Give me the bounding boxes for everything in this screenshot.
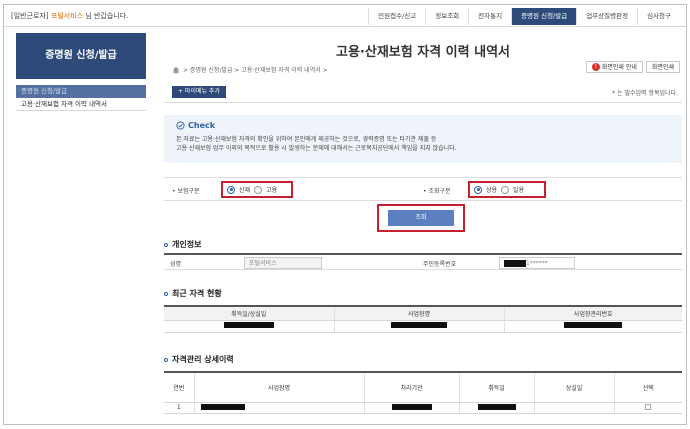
greeting-suffix: 님 반갑습니다. [83, 12, 129, 20]
recent-status-heading: 최근 자격 현황 [164, 288, 222, 299]
redaction [200, 403, 245, 410]
radio-regular-label: 상용 [486, 187, 498, 194]
divider [164, 102, 682, 103]
top-menu-item-disease[interactable]: 업무상질병판정 [576, 8, 637, 25]
radio-employment[interactable] [254, 185, 263, 194]
sidebar-item-history[interactable]: 고용·산재보험 자격 이력 내역서 [16, 98, 146, 111]
top-menu: 민원접수/신고 정보조회 전자통지 증명원 신청/발급 업무상질병판정 심사청구 [368, 8, 680, 25]
lookup-type-group: 상용 일용 [468, 181, 546, 198]
redaction [477, 403, 516, 410]
table-row [164, 320, 682, 333]
top-menu-item-appeal[interactable]: 심사청구 [637, 8, 680, 25]
name-label: 성명 [170, 261, 182, 268]
check-text: 본 자료는 고용·산재보험 자격의 확인을 위하여 본인에게 제공하는 것으로,… [176, 135, 670, 153]
column-header: 상실일 [534, 372, 615, 403]
row-number: 1 [164, 402, 195, 414]
table-cell [364, 402, 460, 414]
column-header: 사업장관리번호 [504, 306, 682, 321]
sidebar-title: 증명원 신청/발급 [16, 33, 146, 79]
table-cell [504, 320, 682, 333]
bullet-icon [164, 357, 168, 362]
table-cell [164, 320, 335, 333]
insurance-type-label: • 보험구분 [172, 188, 200, 195]
personal-info-title: 개인정보 [172, 240, 202, 249]
radio-daily[interactable] [501, 185, 510, 194]
check-heading: Check [176, 121, 670, 130]
filter-row: • 보험구분 산재 고용 • 조회구분 상용 일용 [164, 177, 682, 201]
radio-regular[interactable] [474, 185, 482, 194]
window-frame: [일반근로자] 포털서비스 님 반갑습니다. 민원접수/신고 정보조회 전자통지… [3, 4, 687, 425]
rrn-label: 주민등록번호 [423, 261, 457, 268]
column-header: 선택 [614, 372, 682, 403]
top-menu-item-certificate[interactable]: 증명원 신청/발급 [511, 8, 577, 25]
redaction [223, 322, 274, 328]
radio-industrial-label: 산재 [239, 187, 251, 194]
check-circle-icon [176, 121, 185, 130]
redaction [391, 322, 447, 328]
print-buttons: ! 화면인쇄 안내 화면인쇄 [585, 61, 680, 73]
detail-history-title: 자격관리 상세이력 [172, 355, 234, 364]
sidebar: 증명원 신청/발급 증명원 신청/발급 고용·산재보험 자격 이력 내역서 [16, 33, 146, 423]
column-header: 취득일 [459, 372, 535, 403]
table-cell [534, 402, 615, 414]
print-guide-label: 화면인쇄 안내 [601, 63, 637, 71]
home-icon[interactable] [172, 66, 180, 74]
required-note: * 는 필수입력 항목입니다. [612, 90, 678, 97]
print-button[interactable]: 화면인쇄 [645, 61, 680, 73]
breadcrumb: > 증명원 신청/발급 > 고용·산재보험 자격 이력 내역서 > [172, 65, 328, 74]
detail-history-table: 연번 사업장명 처리기관 취득일 상실일 선택 1 [164, 371, 682, 414]
table-cell [194, 402, 365, 414]
table-cell [334, 320, 505, 333]
redaction [391, 403, 432, 410]
table-row[interactable]: 1 [164, 402, 682, 414]
redaction [504, 260, 526, 267]
radio-daily-label: 일용 [513, 187, 525, 194]
column-header: 처리기관 [364, 372, 460, 403]
column-header: 취득일/상실일 [164, 306, 335, 321]
personal-info-row: 성명 포털서비스 주민등록번호 1****** [164, 253, 682, 270]
rrn-suffix: 1****** [526, 260, 548, 267]
search-button-highlight: 조회 [377, 204, 465, 232]
greeting-user: 포털서비스 [50, 12, 84, 20]
search-button[interactable]: 조회 [388, 210, 454, 226]
redaction [564, 322, 623, 328]
main-content: 고용·산재보험 자격 이력 내역서 > 증명원 신청/발급 > 고용·산재보험 … [164, 33, 682, 414]
print-guide-button[interactable]: ! 화면인쇄 안내 [585, 61, 643, 73]
top-menu-item-complaint[interactable]: 민원접수/신고 [368, 8, 425, 25]
add-my-menu-button[interactable]: + 마이메뉴 추가 [172, 86, 226, 98]
radio-industrial[interactable] [227, 185, 235, 194]
select-checkbox[interactable] [645, 403, 652, 410]
check-box: Check 본 자료는 고용·산재보험 자격의 확인을 위하여 본인에게 제공하… [164, 115, 682, 163]
rrn-field: 1****** [499, 257, 575, 269]
personal-info-heading: 개인정보 [164, 239, 201, 250]
radio-employment-label: 고용 [266, 187, 278, 194]
top-menu-item-notice[interactable]: 전자통지 [468, 8, 511, 25]
top-bar: [일반근로자] 포털서비스 님 반갑습니다. 민원접수/신고 정보조회 전자통지… [4, 5, 686, 27]
lookup-type-label: • 조회구분 [423, 188, 451, 195]
breadcrumb-text: > 증명원 신청/발급 > 고용·산재보험 자격 이력 내역서 > [183, 67, 328, 74]
recent-status-title: 최근 자격 현황 [172, 289, 222, 298]
top-menu-item-info[interactable]: 정보조회 [425, 8, 468, 25]
table-cell [459, 402, 535, 414]
table-header-row: 연번 사업장명 처리기관 취득일 상실일 선택 [164, 372, 682, 403]
insurance-type-group: 산재 고용 [221, 181, 293, 198]
recent-status-table: 취득일/상실일 사업장명 사업장관리번호 [164, 305, 682, 333]
check-title: Check [188, 121, 216, 130]
sidebar-item-certificate[interactable]: 증명원 신청/발급 [16, 85, 146, 98]
table-header-row: 취득일/상실일 사업장명 사업장관리번호 [164, 306, 682, 321]
page-title: 고용·산재보험 자격 이력 내역서 [336, 45, 510, 60]
check-line-1: 본 자료는 고용·산재보험 자격의 확인을 위하여 본인에게 제공하는 것으로,… [176, 136, 437, 143]
table-cell [614, 402, 682, 414]
greeting: [일반근로자] 포털서비스 님 반갑습니다. [11, 11, 128, 21]
column-header: 연번 [164, 372, 195, 403]
column-header: 사업장명 [334, 306, 505, 321]
greeting-prefix: [일반근로자] [11, 12, 51, 20]
bullet-icon [164, 291, 168, 296]
alert-icon: ! [591, 63, 600, 71]
column-header: 사업장명 [194, 372, 365, 403]
name-field: 포털서비스 [244, 257, 322, 269]
bullet-icon [164, 242, 168, 247]
check-line-2: 고용·산재보험 업무 이외의 목적으로 활용 시 발생하는 문제에 대해서는 근… [176, 145, 457, 152]
detail-history-heading: 자격관리 상세이력 [164, 354, 234, 365]
